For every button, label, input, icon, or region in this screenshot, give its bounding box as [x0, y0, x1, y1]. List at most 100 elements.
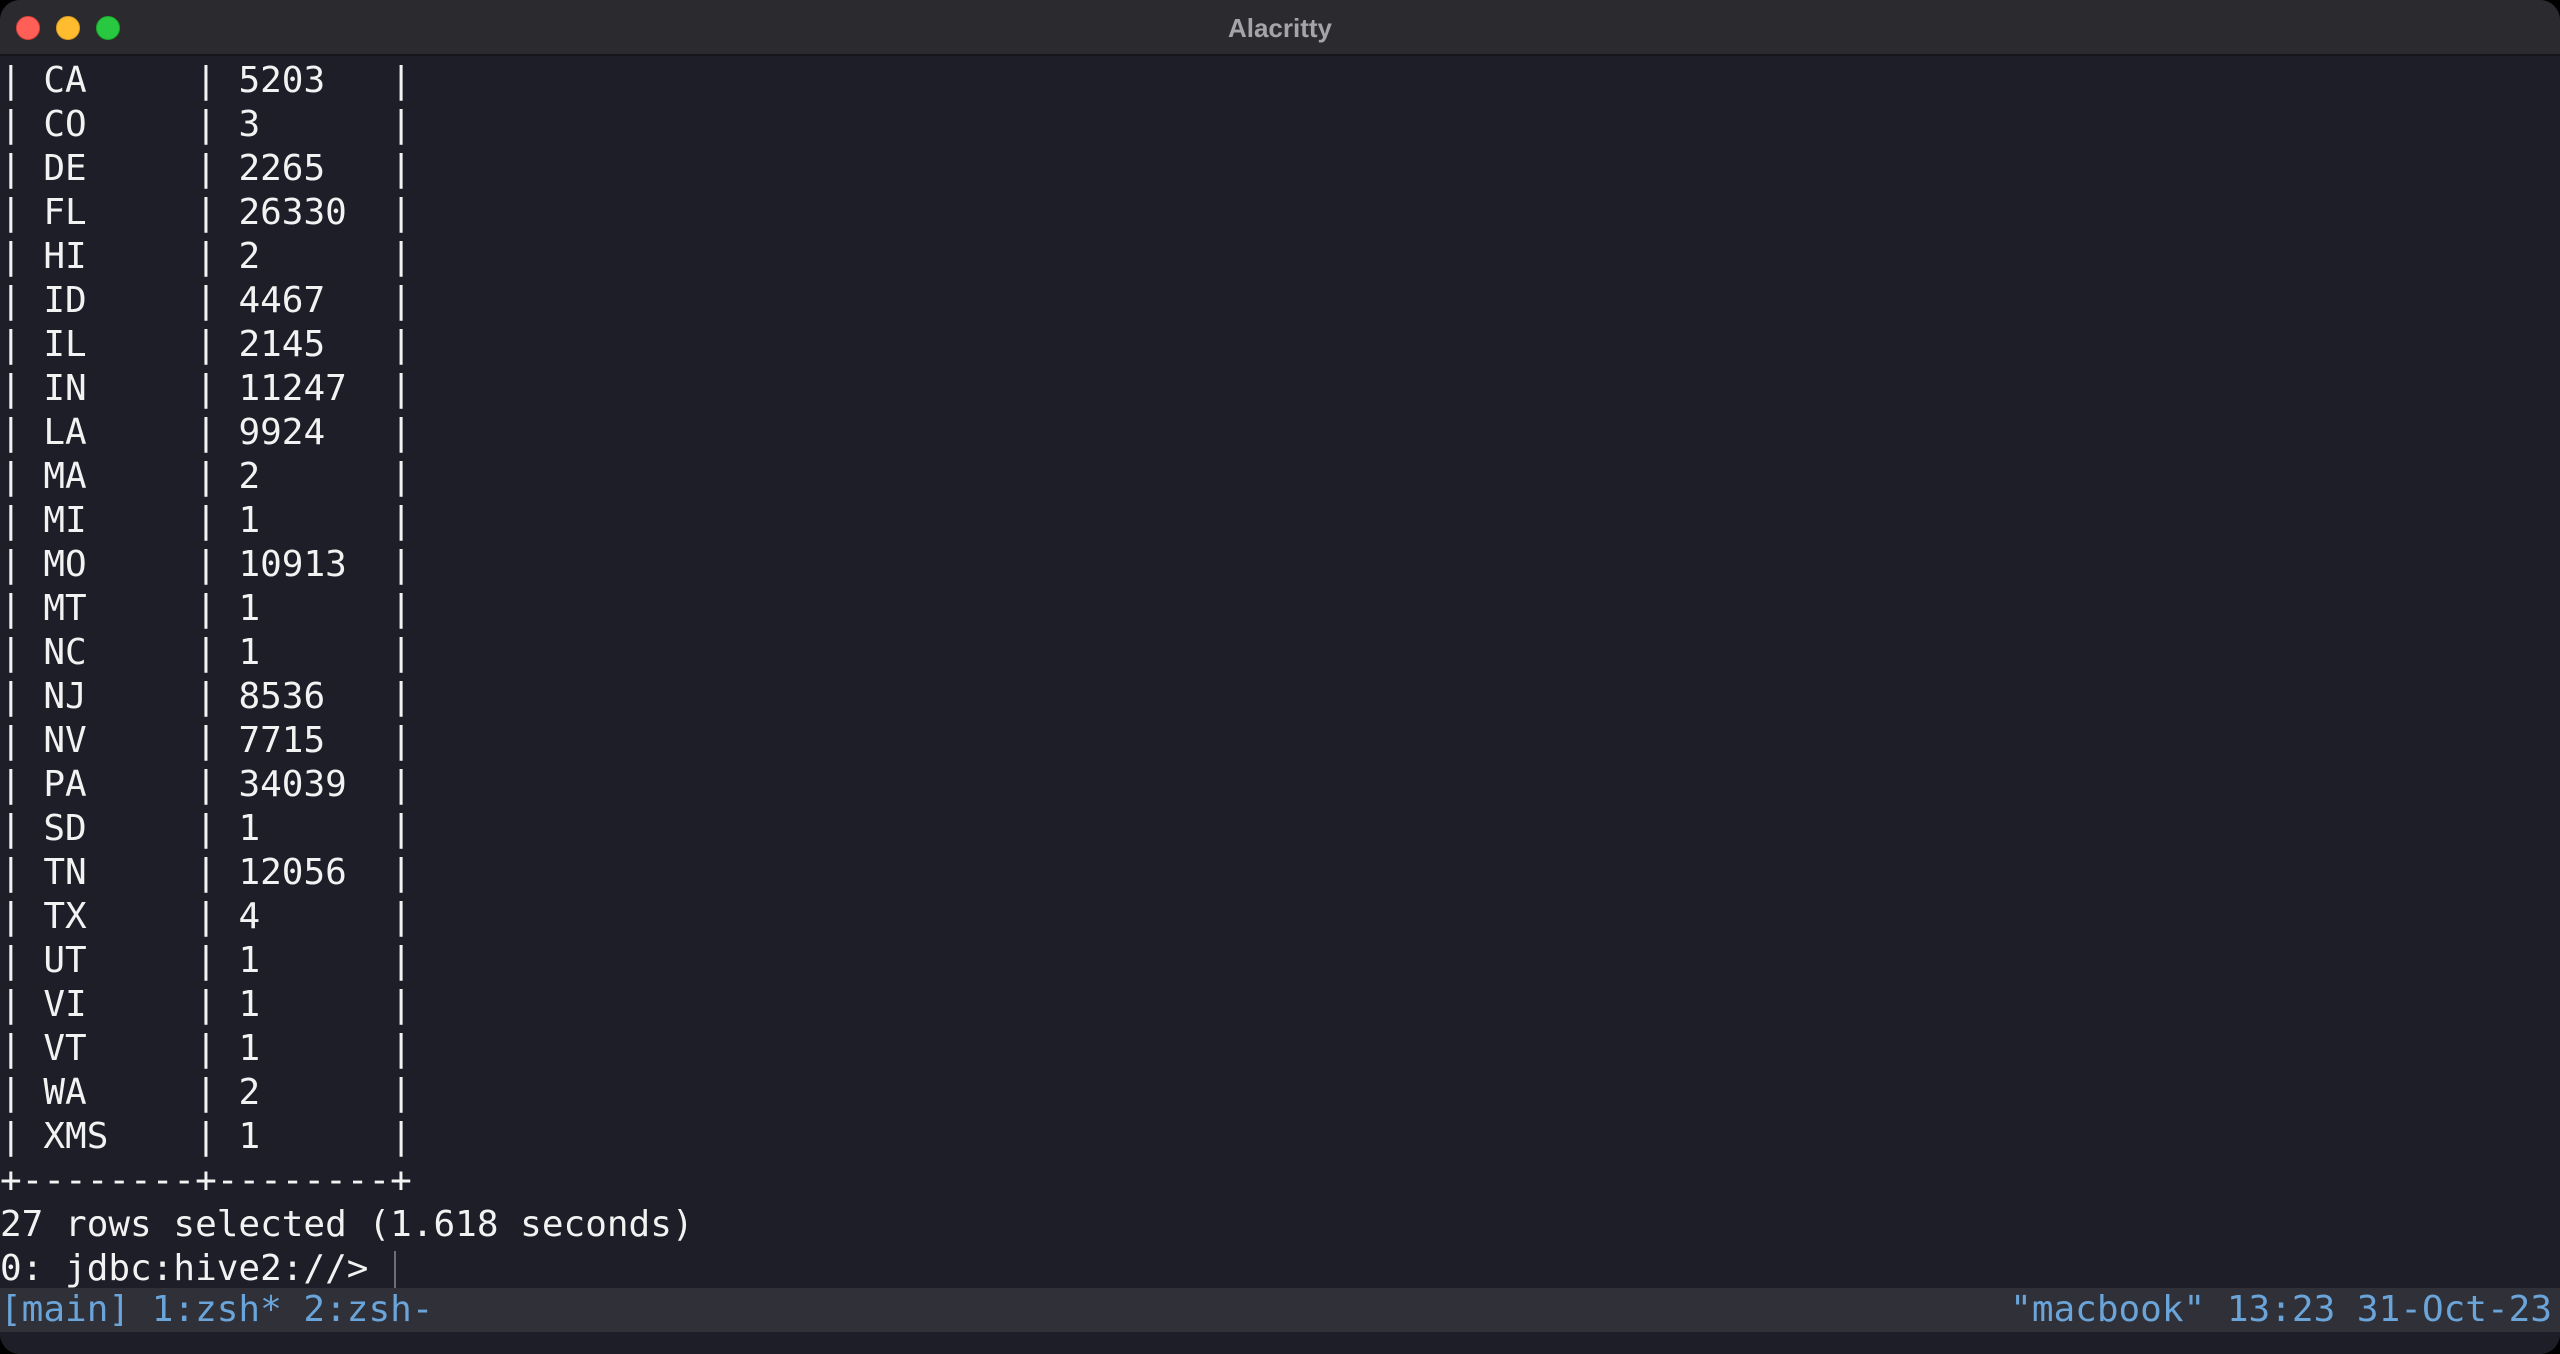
table-cell-padding	[87, 940, 195, 981]
table-cell-padding	[260, 500, 390, 541]
table-column-separator: |	[390, 500, 412, 541]
table-cell-count: 2	[238, 236, 261, 277]
table-cell-padding	[87, 896, 195, 937]
table-column-separator: |	[390, 192, 412, 233]
table-cell-padding	[325, 148, 390, 189]
command-prompt: 0: jdbc:hive2://>	[0, 1248, 391, 1289]
table-cell-padding	[260, 1028, 390, 1069]
table-column-separator: |	[0, 808, 44, 849]
tmux-session-windows[interactable]: [main] 1:zsh* 2:zsh-	[0, 1288, 433, 1332]
table-cell-padding	[325, 60, 390, 101]
table-cell-padding	[87, 984, 195, 1025]
table-cell-padding	[260, 104, 390, 145]
table-cell-count: 7715	[238, 720, 326, 761]
tmux-status-bar: [main] 1:zsh* 2:zsh- "macbook" 13:23 31-…	[0, 1288, 2560, 1332]
terminal-window: Alacritty | CA | 5203 | | CO | 3 | | DE | …	[0, 0, 2560, 1354]
table-cell-padding	[260, 588, 390, 629]
table-cell-state: IL	[43, 324, 87, 365]
table-row: | TX | 4 |	[0, 895, 412, 939]
table-row: | IN | 11247 |	[0, 367, 412, 411]
table-cell-padding	[325, 676, 390, 717]
table-row: | NJ | 8536 |	[0, 675, 412, 719]
table-column-separator: |	[390, 104, 412, 145]
table-row: | CO | 3 |	[0, 103, 412, 147]
table-column-separator: |	[0, 412, 44, 453]
table-cell-state: TN	[43, 852, 87, 893]
table-column-separator: |	[390, 852, 412, 893]
table-column-separator: |	[195, 852, 239, 893]
table-cell-count: 1	[238, 808, 261, 849]
table-row: | MO | 10913 |	[0, 543, 412, 587]
table-column-separator: |	[390, 544, 412, 585]
table-column-separator: |	[390, 60, 412, 101]
table-cell-padding	[87, 852, 195, 893]
table-cell-state: MT	[43, 588, 87, 629]
table-cell-padding	[87, 808, 195, 849]
table-cell-padding	[260, 896, 390, 937]
table-cell-count: 34039	[238, 764, 347, 805]
table-cell-padding	[87, 412, 195, 453]
table-column-separator: |	[0, 852, 44, 893]
table-column-separator: |	[0, 1028, 44, 1069]
table-cell-padding	[87, 148, 195, 189]
table-row: | VI | 1 |	[0, 983, 412, 1027]
table-cell-padding	[87, 1072, 195, 1113]
table-column-separator: |	[0, 500, 44, 541]
table-column-separator: |	[195, 1072, 239, 1113]
window-title: Alacritty	[1227, 13, 1333, 43]
table-column-separator: |	[390, 1072, 412, 1113]
table-column-separator: |	[390, 896, 412, 937]
table-cell-count: 4	[238, 896, 261, 937]
table-cell-state: DE	[43, 148, 87, 189]
table-row: | HI | 2 |	[0, 235, 412, 279]
table-cell-count: 2145	[238, 324, 326, 365]
table-cell-state: MI	[43, 500, 87, 541]
table-column-separator: |	[195, 632, 239, 673]
table-cell-count: 11247	[238, 368, 347, 409]
table-row: | ID | 4467 |	[0, 279, 412, 323]
table-cell-padding	[260, 984, 390, 1025]
table-cell-count: 1	[238, 632, 261, 673]
table-column-separator: |	[390, 1028, 412, 1069]
table-cell-state: NJ	[43, 676, 87, 717]
table-cell-state: UT	[43, 940, 87, 981]
table-column-separator: |	[0, 764, 44, 805]
table-cell-padding	[87, 456, 195, 497]
table-column-separator: |	[390, 368, 412, 409]
table-row: | UT | 1 |	[0, 939, 412, 983]
table-row: | LA | 9924 |	[0, 411, 412, 455]
table-column-separator: |	[390, 1116, 412, 1157]
table-column-separator: |	[0, 324, 44, 365]
table-row: | IL | 2145 |	[0, 323, 412, 367]
table-column-separator: |	[195, 940, 239, 981]
table-cell-padding	[325, 280, 390, 321]
terminal-output[interactable]: | CA | 5203 | | CO | 3 | | DE | 2265 | | FL…	[0, 57, 2560, 1289]
table-cell-padding	[260, 940, 390, 981]
table-cell-state: LA	[43, 412, 87, 453]
table-cell-padding	[108, 1116, 195, 1157]
table-column-separator: |	[390, 720, 412, 761]
table-column-separator: |	[0, 1072, 44, 1113]
table-column-separator: |	[195, 544, 239, 585]
table-column-separator: |	[390, 940, 412, 981]
title-bar: Alacritty	[0, 0, 2560, 56]
table-column-separator: |	[0, 632, 44, 673]
table-column-separator: |	[0, 368, 44, 409]
table-cell-count: 1	[238, 1116, 261, 1157]
table-column-separator: |	[0, 148, 44, 189]
table-cell-count: 12056	[238, 852, 347, 893]
command-prompt-line[interactable]: 0: jdbc:hive2://>	[0, 1247, 397, 1291]
table-cell-state: FL	[43, 192, 87, 233]
table-cell-padding	[87, 1028, 195, 1069]
table-cell-state: NC	[43, 632, 87, 673]
table-cell-padding	[260, 1116, 390, 1157]
table-column-separator: |	[0, 456, 44, 497]
table-column-separator: |	[195, 808, 239, 849]
table-cell-padding	[87, 236, 195, 277]
table-row: | NV | 7715 |	[0, 719, 412, 763]
table-column-separator: |	[0, 192, 44, 233]
table-column-separator: |	[195, 412, 239, 453]
table-row: | MT | 1 |	[0, 587, 412, 631]
table-column-separator: |	[195, 456, 239, 497]
table-cell-count: 2265	[238, 148, 326, 189]
